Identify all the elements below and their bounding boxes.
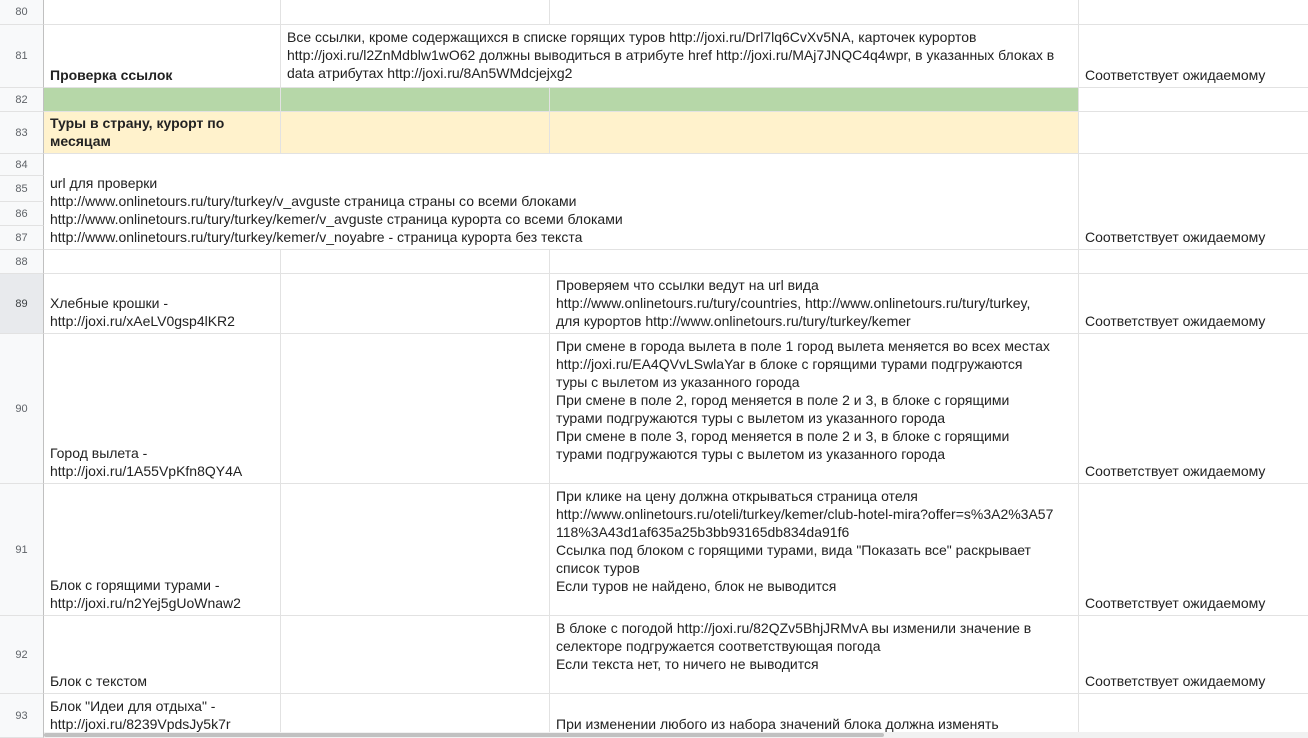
cell-b89[interactable] (281, 274, 550, 334)
horizontal-scrollbar[interactable] (44, 732, 1308, 738)
row-header-81[interactable]: 81 (0, 25, 44, 88)
cell-b92[interactable] (281, 616, 550, 694)
cell-d80[interactable] (1079, 0, 1308, 25)
cell-b90[interactable] (281, 334, 550, 484)
cell-d82[interactable] (1079, 88, 1308, 112)
row-header-93[interactable]: 93 (0, 694, 44, 738)
cell-a88[interactable] (44, 250, 281, 274)
cell-a91[interactable]: Блок с горящими турами - http://joxi.ru/… (44, 484, 281, 616)
row-header-82[interactable]: 82 (0, 88, 44, 112)
cell-c83[interactable] (550, 112, 1079, 154)
cell-c92[interactable]: В блоке с погодой http://joxi.ru/82QZv5B… (550, 616, 1079, 694)
cell-c90[interactable]: При смене в города вылета в поле 1 город… (550, 334, 1079, 484)
cell-b81[interactable]: Все ссылки, кроме содержащихся в списке … (281, 25, 1079, 88)
cell-c89[interactable]: Проверяем что ссылки ведут на url вида h… (550, 274, 1079, 334)
cell-b88[interactable] (281, 250, 550, 274)
row-header-88[interactable]: 88 (0, 250, 44, 274)
cell-d88[interactable] (1079, 250, 1308, 274)
cell-c91[interactable]: При клике на цену должна открываться стр… (550, 484, 1079, 616)
row-header-90[interactable]: 90 (0, 334, 44, 484)
cell-d91[interactable]: Соответствует ожидаемому (1079, 484, 1308, 616)
row-header-80[interactable]: 80 (0, 0, 44, 25)
row-header-84[interactable]: 84 (0, 154, 44, 176)
cell-a92[interactable]: Блок с текстом (44, 616, 281, 694)
cell-d89[interactable]: Соответствует ожидаемому (1079, 274, 1308, 334)
cell-d92[interactable]: Соответствует ожидаемому (1079, 616, 1308, 694)
row-header-87[interactable]: 87 (0, 226, 44, 250)
cell-c82[interactable] (550, 88, 1079, 112)
row-header-92[interactable]: 92 (0, 616, 44, 694)
cell-a83[interactable]: Туры в страну, курорт по месяцам (44, 112, 281, 154)
horizontal-scrollbar-thumb[interactable] (44, 733, 884, 737)
row-header-91[interactable]: 91 (0, 484, 44, 616)
row-header-86[interactable]: 86 (0, 202, 44, 226)
cell-c80[interactable] (550, 0, 1079, 25)
cell-b91[interactable] (281, 484, 550, 616)
cell-d81[interactable]: Соответствует ожидаемому (1079, 25, 1308, 88)
cell-a90[interactable]: Город вылета - http://joxi.ru/1A55VpKfn8… (44, 334, 281, 484)
cell-a82[interactable] (44, 88, 281, 112)
cell-d84-merged[interactable]: Соответствует ожидаемому (1079, 154, 1308, 250)
cell-c88[interactable] (550, 250, 1079, 274)
cell-a84-merged[interactable]: url для проверки http://www.onlinetours.… (44, 154, 1079, 250)
cell-b80[interactable] (281, 0, 550, 25)
cell-a80[interactable] (44, 0, 281, 25)
cell-b83[interactable] (281, 112, 550, 154)
cell-a81[interactable]: Проверка ссылок (44, 25, 281, 88)
cell-d83[interactable] (1079, 112, 1308, 154)
cell-d90[interactable]: Соответствует ожидаемому (1079, 334, 1308, 484)
cell-b82[interactable] (281, 88, 550, 112)
spreadsheet-grid: 80 81 82 83 84 85 86 87 88 89 90 91 92 9… (0, 0, 1308, 738)
row-header-85[interactable]: 85 (0, 176, 44, 202)
row-header-89[interactable]: 89 (0, 274, 44, 334)
row-header-83[interactable]: 83 (0, 112, 44, 154)
cell-a89[interactable]: Хлебные крошки - http://joxi.ru/xAeLV0gs… (44, 274, 281, 334)
